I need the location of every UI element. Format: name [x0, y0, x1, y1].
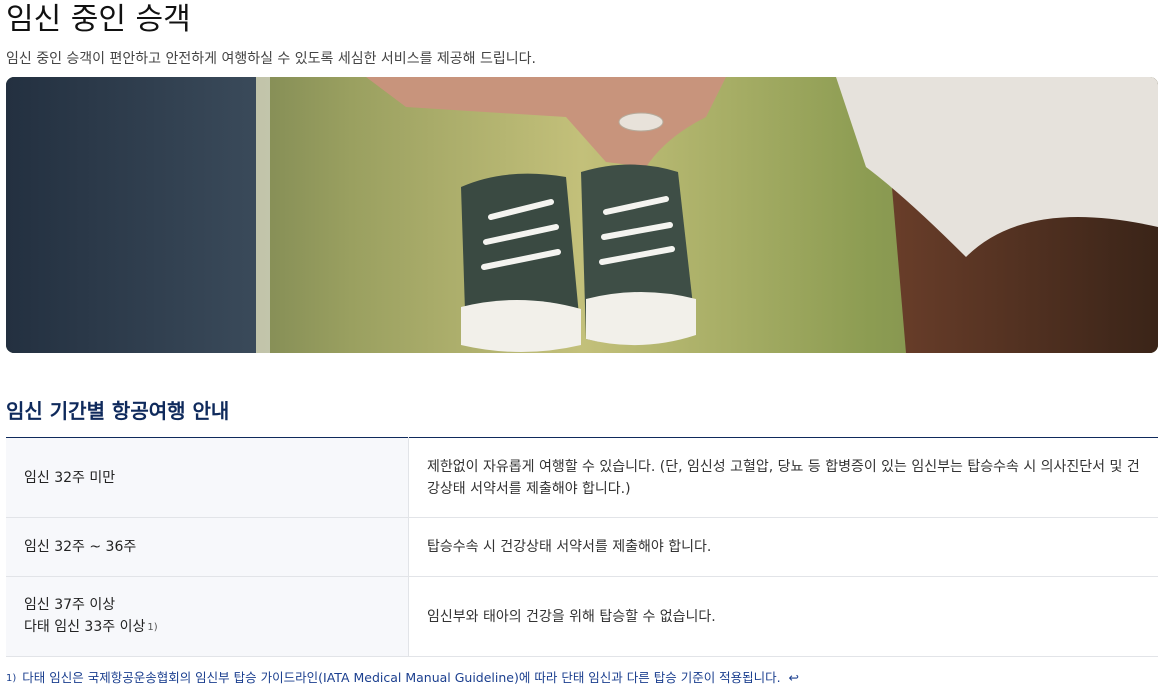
footnote: 1) 다태 임신은 국제항공운송협회의 임신부 탑승 가이드라인(IATA Med… — [6, 668, 799, 689]
row-description: 제한없이 자유롭게 여행할 수 있습니다. (단, 임신성 고혈압, 당뇨 등 … — [408, 437, 1158, 518]
footnote-number: 1) — [6, 673, 17, 684]
row-label-text: 임신 32주 미만 — [24, 469, 116, 486]
hero-photo-icon — [6, 77, 1158, 353]
section-title: 임신 기간별 항공여행 안내 — [6, 399, 230, 423]
row-label-text: 임신 37주 이상 — [24, 597, 116, 613]
page-title: 임신 중인 승객 — [6, 2, 191, 37]
page-subtitle: 임신 중인 승객이 편안하고 안전하게 여행하실 수 있도록 세심한 서비스를 … — [6, 51, 536, 67]
hero-image — [6, 77, 1158, 353]
footnote-ref-link[interactable]: 1) — [147, 622, 157, 633]
table-row: 임신 32주 ~ 36주 탑승수속 시 건강상태 서약서를 제출해야 합니다. — [6, 517, 1158, 577]
pregnancy-travel-table: 임신 32주 미만 제한없이 자유롭게 여행할 수 있습니다. (단, 임신성 … — [6, 437, 1158, 657]
footnote-text: 다태 임신은 국제항공운송협회의 임신부 탑승 가이드라인(IATA Medic… — [22, 670, 781, 685]
row-description: 임신부와 태아의 건강을 위해 탑승할 수 없습니다. — [408, 576, 1158, 657]
table-row: 임신 32주 미만 제한없이 자유롭게 여행할 수 있습니다. (단, 임신성 … — [6, 437, 1158, 518]
row-description: 탑승수속 시 건강상태 서약서를 제출해야 합니다. — [408, 517, 1158, 577]
row-label-text-2: 다태 임신 33주 이상 — [24, 619, 146, 635]
table-row: 임신 37주 이상 다태 임신 33주 이상 1) 임신부와 태아의 건강을 위해… — [6, 576, 1158, 657]
return-icon[interactable]: ↩ — [789, 670, 799, 685]
row-label-text-secondary: 다태 임신 33주 이상 1) — [24, 616, 390, 639]
row-label-text: 임신 32주 ~ 36주 — [24, 539, 137, 555]
row-label: 임신 32주 미만 — [6, 437, 409, 518]
row-label: 임신 37주 이상 다태 임신 33주 이상 1) — [6, 576, 409, 657]
row-label: 임신 32주 ~ 36주 — [6, 517, 409, 577]
